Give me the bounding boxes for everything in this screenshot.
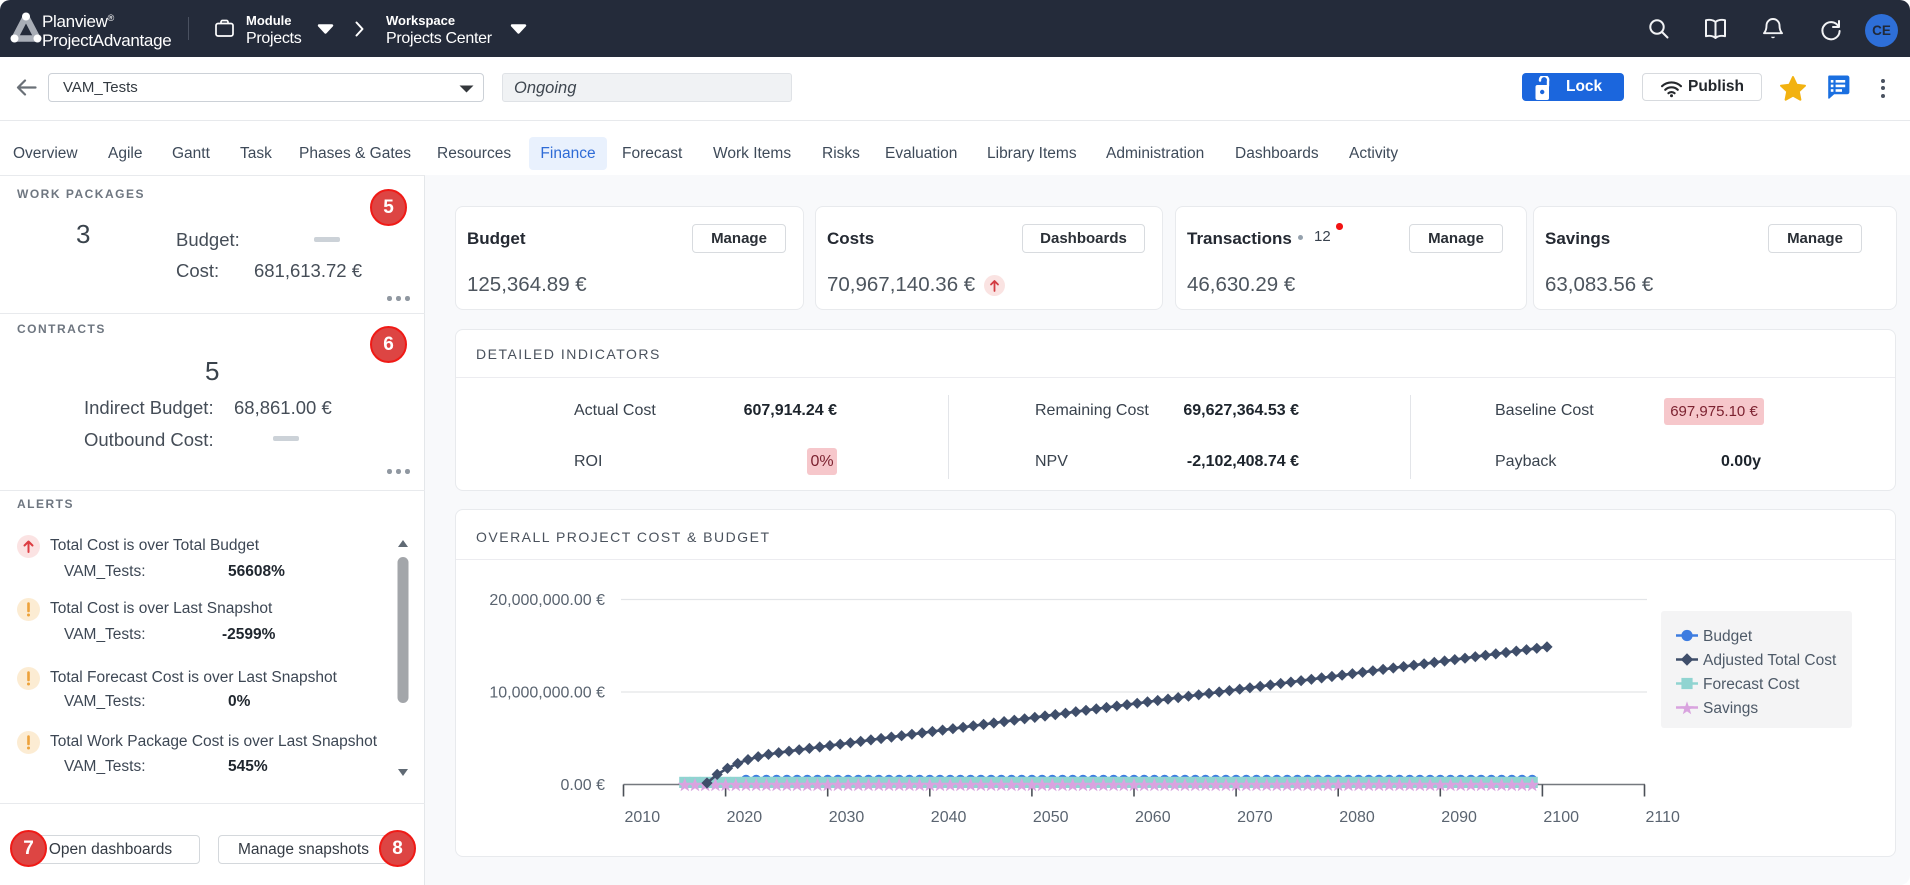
svg-text:2030: 2030	[829, 809, 865, 826]
svg-text:10,000,000.00 €: 10,000,000.00 €	[489, 685, 605, 702]
svg-text:2090: 2090	[1441, 809, 1477, 826]
svg-text:2020: 2020	[727, 809, 763, 826]
svg-text:Adjusted Total Cost: Adjusted Total Cost	[1703, 652, 1837, 669]
svg-text:2100: 2100	[1543, 809, 1579, 826]
svg-text:0.00 €: 0.00 €	[561, 777, 606, 794]
svg-text:Budget: Budget	[1703, 628, 1753, 645]
svg-text:2040: 2040	[931, 809, 967, 826]
svg-text:2060: 2060	[1135, 809, 1171, 826]
svg-text:Forecast Cost: Forecast Cost	[1703, 676, 1800, 693]
svg-text:Savings: Savings	[1703, 700, 1758, 717]
svg-text:2080: 2080	[1339, 809, 1375, 826]
svg-text:20,000,000.00 €: 20,000,000.00 €	[489, 592, 605, 609]
svg-text:2110: 2110	[1646, 809, 1681, 826]
svg-text:2050: 2050	[1033, 809, 1069, 826]
svg-text:2010: 2010	[625, 809, 661, 826]
svg-text:2070: 2070	[1237, 809, 1273, 826]
